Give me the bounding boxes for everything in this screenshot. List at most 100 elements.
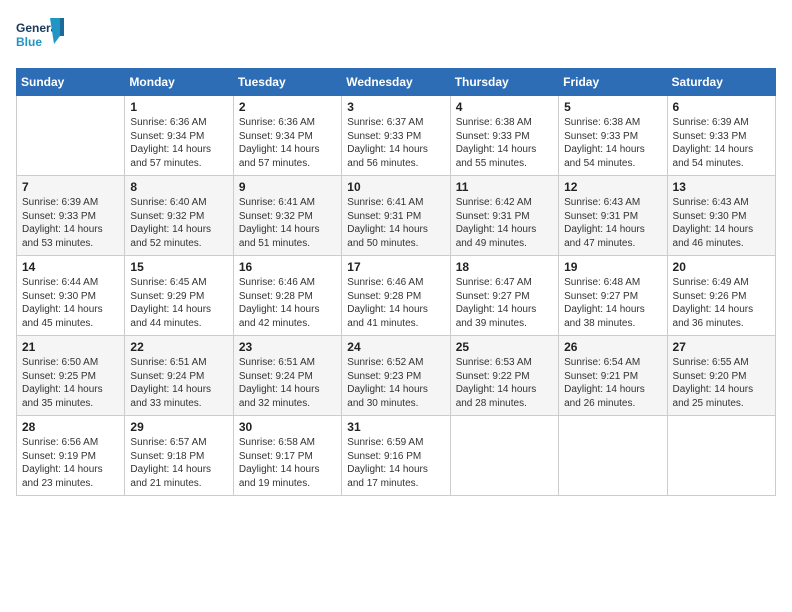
cell-content: Sunrise: 6:48 AM Sunset: 9:27 PM Dayligh… (564, 276, 661, 330)
day-number: 30 (239, 420, 336, 434)
day-number: 5 (564, 100, 661, 114)
cell-content: Sunrise: 6:41 AM Sunset: 9:32 PM Dayligh… (239, 196, 336, 250)
cell-content: Sunrise: 6:51 AM Sunset: 9:24 PM Dayligh… (130, 356, 227, 410)
week-row-2: 7 Sunrise: 6:39 AM Sunset: 9:33 PM Daylig… (17, 176, 776, 256)
col-header-wednesday: Wednesday (342, 69, 450, 96)
col-header-saturday: Saturday (667, 69, 775, 96)
cell-content: Sunrise: 6:47 AM Sunset: 9:27 PM Dayligh… (456, 276, 553, 330)
header-row: SundayMondayTuesdayWednesdayThursdayFrid… (17, 69, 776, 96)
cell-content: Sunrise: 6:38 AM Sunset: 9:33 PM Dayligh… (564, 116, 661, 170)
calendar-cell: 2Sunrise: 6:36 AM Sunset: 9:34 PM Daylig… (233, 96, 341, 176)
day-number: 4 (456, 100, 553, 114)
day-number: 14 (22, 260, 119, 274)
calendar-cell: 20Sunrise: 6:49 AM Sunset: 9:26 PM Dayli… (667, 256, 775, 336)
cell-content: Sunrise: 6:51 AM Sunset: 9:24 PM Dayligh… (239, 356, 336, 410)
calendar-table: SundayMondayTuesdayWednesdayThursdayFrid… (16, 68, 776, 496)
day-number: 12 (564, 180, 661, 194)
calendar-cell: 27 Sunrise: 6:55 AM Sunset: 9:20 PM Dayli… (667, 336, 775, 416)
calendar-cell (559, 416, 667, 496)
cell-content: Sunrise: 6:38 AM Sunset: 9:33 PM Dayligh… (456, 116, 553, 170)
calendar-cell: 6Sunrise: 6:39 AM Sunset: 9:33 PM Daylig… (667, 96, 775, 176)
calendar-cell: 30 Sunrise: 6:58 AM Sunset: 9:17 PM Dayli… (233, 416, 341, 496)
cell-content: Sunrise: 6:56 AM Sunset: 9:19 PM Dayligh… (22, 436, 119, 490)
calendar-cell (450, 416, 558, 496)
calendar-cell: 31 Sunrise: 6:59 AM Sunset: 9:16 PM Dayli… (342, 416, 450, 496)
calendar-cell: 21 Sunrise: 6:50 AM Sunset: 9:25 PM Dayli… (17, 336, 125, 416)
cell-content: Sunrise: 6:55 AM Sunset: 9:20 PM Dayligh… (673, 356, 770, 410)
day-number: 13 (673, 180, 770, 194)
col-header-thursday: Thursday (450, 69, 558, 96)
day-number: 9 (239, 180, 336, 194)
day-number: 27 (673, 340, 770, 354)
cell-content: Sunrise: 6:39 AM Sunset: 9:33 PM Dayligh… (673, 116, 770, 170)
calendar-cell: 3Sunrise: 6:37 AM Sunset: 9:33 PM Daylig… (342, 96, 450, 176)
calendar-cell: 17 Sunrise: 6:46 AM Sunset: 9:28 PM Dayli… (342, 256, 450, 336)
day-number: 29 (130, 420, 227, 434)
cell-content: Sunrise: 6:46 AM Sunset: 9:28 PM Dayligh… (347, 276, 444, 330)
day-number: 16 (239, 260, 336, 274)
logo-container: General Blue (16, 16, 64, 60)
cell-content: Sunrise: 6:44 AM Sunset: 9:30 PM Dayligh… (22, 276, 119, 330)
day-number: 28 (22, 420, 119, 434)
calendar-cell: 5 Sunrise: 6:38 AM Sunset: 9:33 PM Daylig… (559, 96, 667, 176)
calendar-cell: 29 Sunrise: 6:57 AM Sunset: 9:18 PM Dayli… (125, 416, 233, 496)
svg-text:Blue: Blue (16, 35, 42, 49)
calendar-cell: 24 Sunrise: 6:52 AM Sunset: 9:23 PM Dayli… (342, 336, 450, 416)
cell-content: Sunrise: 6:46 AM Sunset: 9:28 PM Dayligh… (239, 276, 336, 330)
calendar-cell: 11 Sunrise: 6:42 AM Sunset: 9:31 PM Dayli… (450, 176, 558, 256)
logo: General Blue (16, 16, 64, 60)
day-number: 3 (347, 100, 444, 114)
calendar-cell: 25 Sunrise: 6:53 AM Sunset: 9:22 PM Dayli… (450, 336, 558, 416)
cell-content: Sunrise: 6:39 AM Sunset: 9:33 PM Dayligh… (22, 196, 119, 250)
day-number: 11 (456, 180, 553, 194)
cell-content: Sunrise: 6:59 AM Sunset: 9:16 PM Dayligh… (347, 436, 444, 490)
day-number: 20 (673, 260, 770, 274)
week-row-5: 28 Sunrise: 6:56 AM Sunset: 9:19 PM Dayli… (17, 416, 776, 496)
day-number: 10 (347, 180, 444, 194)
calendar-cell: 28 Sunrise: 6:56 AM Sunset: 9:19 PM Dayli… (17, 416, 125, 496)
page-header: General Blue (16, 16, 776, 60)
cell-content: Sunrise: 6:58 AM Sunset: 9:17 PM Dayligh… (239, 436, 336, 490)
day-number: 26 (564, 340, 661, 354)
calendar-cell: 14 Sunrise: 6:44 AM Sunset: 9:30 PM Dayli… (17, 256, 125, 336)
day-number: 15 (130, 260, 227, 274)
cell-content: Sunrise: 6:43 AM Sunset: 9:30 PM Dayligh… (673, 196, 770, 250)
day-number: 19 (564, 260, 661, 274)
day-number: 7 (22, 180, 119, 194)
day-number: 17 (347, 260, 444, 274)
day-number: 21 (22, 340, 119, 354)
day-number: 25 (456, 340, 553, 354)
cell-content: Sunrise: 6:50 AM Sunset: 9:25 PM Dayligh… (22, 356, 119, 410)
day-number: 2 (239, 100, 336, 114)
calendar-cell: 9 Sunrise: 6:41 AM Sunset: 9:32 PM Daylig… (233, 176, 341, 256)
day-number: 24 (347, 340, 444, 354)
day-number: 22 (130, 340, 227, 354)
calendar-cell: 12 Sunrise: 6:43 AM Sunset: 9:31 PM Dayli… (559, 176, 667, 256)
calendar-cell: 4 Sunrise: 6:38 AM Sunset: 9:33 PM Daylig… (450, 96, 558, 176)
day-number: 23 (239, 340, 336, 354)
calendar-cell: 18Sunrise: 6:47 AM Sunset: 9:27 PM Dayli… (450, 256, 558, 336)
calendar-cell: 15 Sunrise: 6:45 AM Sunset: 9:29 PM Dayli… (125, 256, 233, 336)
cell-content: Sunrise: 6:53 AM Sunset: 9:22 PM Dayligh… (456, 356, 553, 410)
day-number: 31 (347, 420, 444, 434)
col-header-tuesday: Tuesday (233, 69, 341, 96)
day-number: 1 (130, 100, 227, 114)
cell-content: Sunrise: 6:57 AM Sunset: 9:18 PM Dayligh… (130, 436, 227, 490)
cell-content: Sunrise: 6:45 AM Sunset: 9:29 PM Dayligh… (130, 276, 227, 330)
col-header-friday: Friday (559, 69, 667, 96)
cell-content: Sunrise: 6:40 AM Sunset: 9:32 PM Dayligh… (130, 196, 227, 250)
calendar-cell: 8Sunrise: 6:40 AM Sunset: 9:32 PM Daylig… (125, 176, 233, 256)
week-row-3: 14 Sunrise: 6:44 AM Sunset: 9:30 PM Dayli… (17, 256, 776, 336)
cell-content: Sunrise: 6:43 AM Sunset: 9:31 PM Dayligh… (564, 196, 661, 250)
cell-content: Sunrise: 6:42 AM Sunset: 9:31 PM Dayligh… (456, 196, 553, 250)
calendar-cell: 10Sunrise: 6:41 AM Sunset: 9:31 PM Dayli… (342, 176, 450, 256)
calendar-cell (17, 96, 125, 176)
logo-svg: General Blue (16, 16, 64, 60)
calendar-cell: 7 Sunrise: 6:39 AM Sunset: 9:33 PM Daylig… (17, 176, 125, 256)
calendar-cell: 16 Sunrise: 6:46 AM Sunset: 9:28 PM Dayli… (233, 256, 341, 336)
calendar-cell: 13 Sunrise: 6:43 AM Sunset: 9:30 PM Dayli… (667, 176, 775, 256)
calendar-cell: 23 Sunrise: 6:51 AM Sunset: 9:24 PM Dayli… (233, 336, 341, 416)
calendar-cell: 26Sunrise: 6:54 AM Sunset: 9:21 PM Dayli… (559, 336, 667, 416)
cell-content: Sunrise: 6:52 AM Sunset: 9:23 PM Dayligh… (347, 356, 444, 410)
week-row-4: 21 Sunrise: 6:50 AM Sunset: 9:25 PM Dayli… (17, 336, 776, 416)
